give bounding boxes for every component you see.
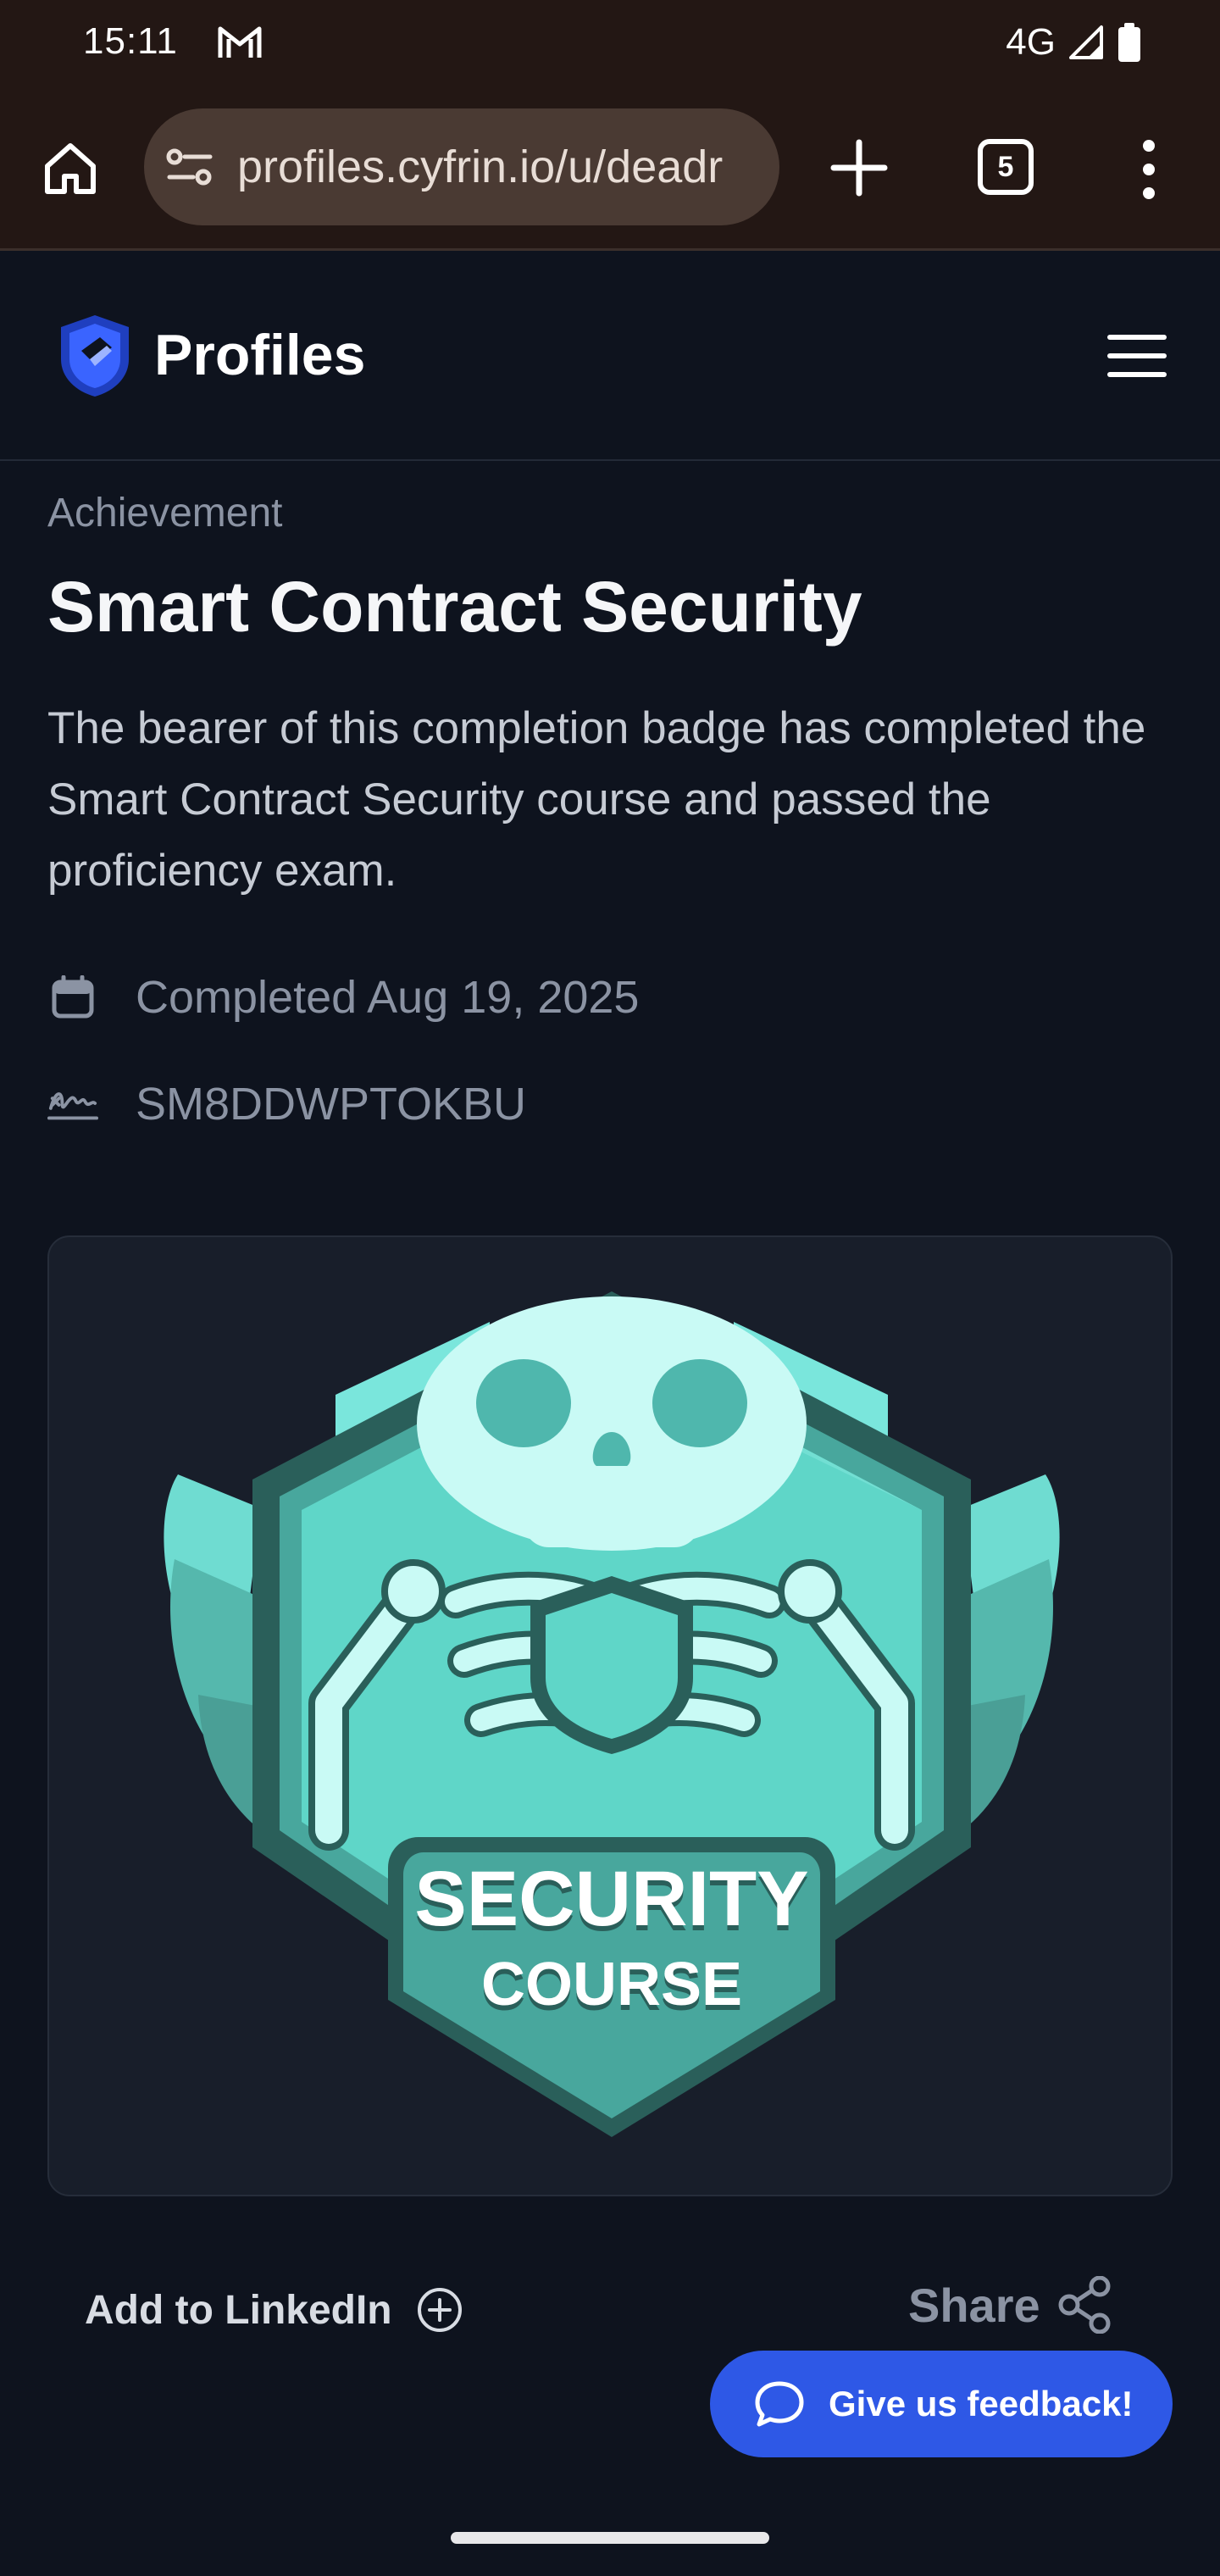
add-to-linkedin-label: Add to LinkedIn (85, 2287, 392, 2333)
signature-icon (47, 1079, 98, 1130)
security-course-badge: SECURITY SECURITY COURSE COURSE (164, 1291, 1060, 2137)
chat-bubble-icon (755, 2381, 804, 2427)
share-label: Share (908, 2278, 1040, 2332)
logo-text[interactable]: Profiles (154, 322, 365, 388)
badge-card: SECURITY SECURITY COURSE COURSE (47, 1235, 1173, 2196)
add-circle-icon (417, 2288, 462, 2332)
gesture-home-indicator[interactable] (451, 2532, 769, 2544)
feedback-label: Give us feedback! (829, 2384, 1134, 2423)
browser-toolbar: profiles.cyfrin.io/u/deadr 5 (0, 85, 1220, 251)
signal-icon (1069, 25, 1103, 59)
url-text[interactable]: profiles.cyfrin.io/u/deadr (237, 141, 723, 193)
tab-switcher-button[interactable]: 5 (978, 139, 1034, 195)
achievement-eyebrow: Achievement (47, 491, 283, 536)
site-header: Profiles (0, 253, 1220, 461)
home-icon (45, 143, 96, 194)
home-button[interactable] (37, 136, 103, 202)
new-tab-icon[interactable] (825, 134, 893, 202)
network-label: 4G (1006, 21, 1056, 63)
status-bar: 15:11 4G (0, 0, 1220, 85)
site-settings-icon[interactable] (166, 146, 214, 188)
achievement-description: The bearer of this completion badge has … (47, 703, 1146, 896)
share-button[interactable]: Share (908, 2271, 1112, 2339)
hamburger-menu-icon[interactable] (1106, 330, 1167, 381)
status-time: 15:11 (83, 20, 178, 62)
tab-count: 5 (997, 150, 1014, 183)
gmail-icon (218, 26, 262, 58)
add-to-linkedin-button[interactable]: Add to LinkedIn (85, 2276, 463, 2344)
badge-line2: COURSE (481, 1951, 742, 2018)
calendar-icon (47, 972, 98, 1023)
profiles-logo-icon[interactable] (56, 312, 134, 398)
battery-icon (1118, 23, 1140, 62)
more-vert-icon[interactable] (1134, 136, 1164, 203)
feedback-button[interactable]: Give us feedback! (710, 2351, 1173, 2457)
share-icon (1058, 2276, 1111, 2334)
address-bar[interactable]: profiles.cyfrin.io/u/deadr (144, 108, 779, 225)
status-indicators: 4G (1006, 20, 1142, 64)
credential-id-row: SM8DDWPTOKBU (47, 1074, 526, 1134)
credential-id: SM8DDWPTOKBU (136, 1079, 527, 1130)
badge-line1: SECURITY (414, 1856, 808, 1942)
page-title: Smart Contract Security (47, 567, 862, 647)
completion-date: Completed Aug 19, 2025 (136, 972, 640, 1023)
completion-date-row: Completed Aug 19, 2025 (47, 968, 639, 1027)
